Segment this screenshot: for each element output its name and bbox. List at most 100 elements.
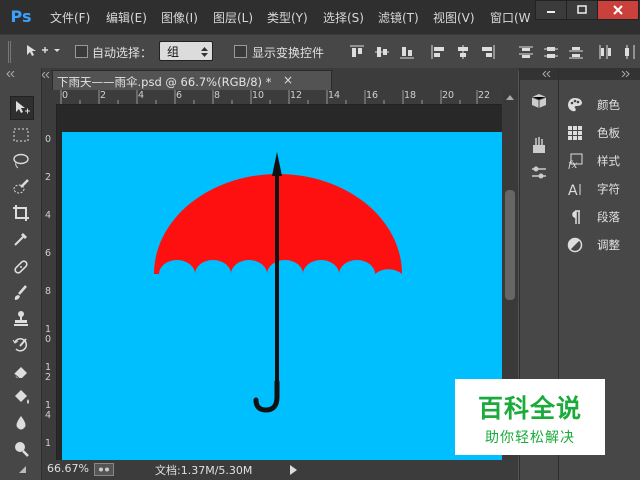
panel-character[interactable]: A 字符 (567, 177, 620, 201)
panel-paragraph[interactable]: 段落 (567, 205, 620, 229)
history-brush-tool[interactable] (10, 334, 32, 356)
menu-type[interactable]: 类型(Y) (267, 9, 308, 26)
document-canvas[interactable] (62, 132, 502, 460)
grip-icon (8, 41, 11, 63)
umbrella-artwork (154, 152, 402, 413)
status-menu-arrow-icon[interactable] (290, 465, 297, 475)
close-window-button[interactable] (597, 0, 639, 20)
expand-dock-arrows-icon[interactable] (542, 71, 552, 77)
healing-brush-tool[interactable] (10, 256, 32, 278)
stepper-arrows-icon (201, 47, 208, 57)
align-bottom-icon[interactable] (399, 44, 415, 60)
align-vcenter-icon[interactable] (374, 44, 390, 60)
swatches-grid-icon (568, 126, 582, 140)
move-tool[interactable] (10, 96, 34, 120)
move-tool-preset-icon[interactable] (24, 43, 64, 59)
blur-tool[interactable] (10, 412, 32, 434)
svg-text:A: A (568, 183, 578, 197)
panel-dock-header[interactable] (559, 68, 640, 80)
panel-label-paragraph: 段落 (597, 210, 620, 224)
lasso-tool[interactable] (10, 150, 32, 172)
watermark-subtitle: 助你轻松解决 (485, 430, 575, 446)
document-tab-close[interactable]: × (283, 73, 293, 87)
align-top-icon[interactable] (349, 44, 365, 60)
clone-stamp-tool[interactable] (10, 308, 32, 330)
panel-adjustments[interactable]: 调整 (567, 233, 620, 257)
menu-view[interactable]: 视图(V) (433, 9, 475, 26)
auto-select-dropdown[interactable]: 组 (159, 41, 213, 61)
marquee-tool[interactable] (10, 124, 32, 146)
menu-layer[interactable]: 图层(L) (213, 9, 253, 26)
document-workspace[interactable] (57, 105, 502, 460)
umbrella-shaft (275, 174, 279, 384)
distribute-hcenter-icon[interactable] (622, 44, 638, 60)
collapse-dock-arrows-icon[interactable] (621, 71, 631, 77)
menu-window[interactable]: 窗口(W (490, 9, 532, 26)
ruler-tick: 0 (45, 134, 52, 145)
ruler-tick: 4 (45, 210, 52, 221)
3d-cube-icon[interactable] (530, 92, 548, 110)
document-tab[interactable]: 下雨天——雨伞.psd @ 66.7%(RGB/8) * × (52, 70, 332, 91)
quick-selection-tool[interactable] (10, 176, 32, 198)
water-drop-icon (16, 416, 26, 430)
status-bar: 66.67% 文档:1.37M/5.30M (42, 460, 518, 480)
dodge-tool[interactable] (10, 438, 32, 460)
eraser-tool[interactable] (10, 360, 32, 382)
paint-bucket-icon (15, 390, 29, 404)
brush-presets-icon[interactable] (530, 136, 548, 154)
bandage-icon (14, 260, 28, 274)
tools-panel (0, 68, 42, 480)
align-hcenter-icon[interactable] (455, 44, 471, 60)
panel-label-character: 字符 (597, 182, 620, 196)
dock-header[interactable] (520, 68, 558, 80)
show-transform-checkbox[interactable] (234, 45, 247, 58)
panel-color[interactable]: 颜色 (567, 93, 620, 117)
panel-label-adjustments: 调整 (597, 238, 620, 252)
ruler-tick: 6 (45, 248, 52, 259)
distribute-top-icon[interactable] (518, 44, 534, 60)
collapse-arrows-icon[interactable] (6, 71, 36, 77)
menu-select[interactable]: 选择(S) (323, 9, 364, 26)
expand-arrow-icon (19, 466, 26, 473)
history-brush-icon (12, 338, 28, 352)
brush-tool[interactable] (10, 282, 32, 304)
panel-swatches[interactable]: 色板 (567, 121, 620, 145)
align-right-icon[interactable] (480, 44, 496, 60)
auto-select-checkbox[interactable] (75, 45, 88, 58)
show-transform-label: 显示变换控件 (252, 46, 325, 60)
panel-label-styles: 样式 (597, 154, 620, 168)
auto-select-label: 自动选择： (92, 46, 153, 60)
distribute-bottom-icon[interactable] (568, 44, 584, 60)
vertical-scroll-thumb[interactable] (505, 190, 515, 300)
eyedropper-tool[interactable] (10, 228, 32, 250)
clone-source-icon[interactable] (530, 164, 548, 182)
paint-bucket-tool[interactable] (10, 386, 32, 408)
ruler-tick: 1 (45, 438, 52, 449)
distribute-vcenter-icon[interactable] (543, 44, 559, 60)
menu-edit[interactable]: 编辑(E) (106, 9, 147, 26)
panel-styles[interactable]: fx 样式 (567, 149, 620, 173)
distribute-left-icon[interactable] (597, 44, 613, 60)
document-size: 文档:1.37M/5.30M (155, 464, 253, 477)
panel-label-swatches: 色板 (597, 126, 620, 140)
share-icon[interactable] (94, 463, 114, 476)
ruler-tick: 2 (45, 172, 52, 183)
vertical-ruler: 0 2 4 6 8 1 0 1 2 1 4 1 (42, 104, 57, 460)
menu-filter[interactable]: 滤镜(T) (378, 9, 419, 26)
photoshop-logo: Ps (10, 7, 32, 26)
umbrella-tip (272, 152, 282, 176)
scroll-up-arrow-icon[interactable] (506, 94, 514, 100)
zoom-level[interactable]: 66.67% (47, 462, 89, 475)
crop-tool[interactable] (10, 202, 32, 224)
ruler-tick: 4 (45, 410, 52, 421)
align-left-icon[interactable] (430, 44, 446, 60)
maximize-button[interactable] (566, 0, 598, 20)
ruler-tick: 8 (45, 286, 52, 297)
menu-image[interactable]: 图像(I) (161, 9, 198, 26)
menu-file[interactable]: 文件(F) (50, 9, 90, 26)
ruler-tick: 2 (45, 372, 52, 383)
ruler-tick-marks (60, 90, 478, 104)
minimize-button[interactable] (535, 0, 567, 20)
stamp-icon (14, 311, 28, 326)
move-arrow-icon (16, 101, 30, 114)
